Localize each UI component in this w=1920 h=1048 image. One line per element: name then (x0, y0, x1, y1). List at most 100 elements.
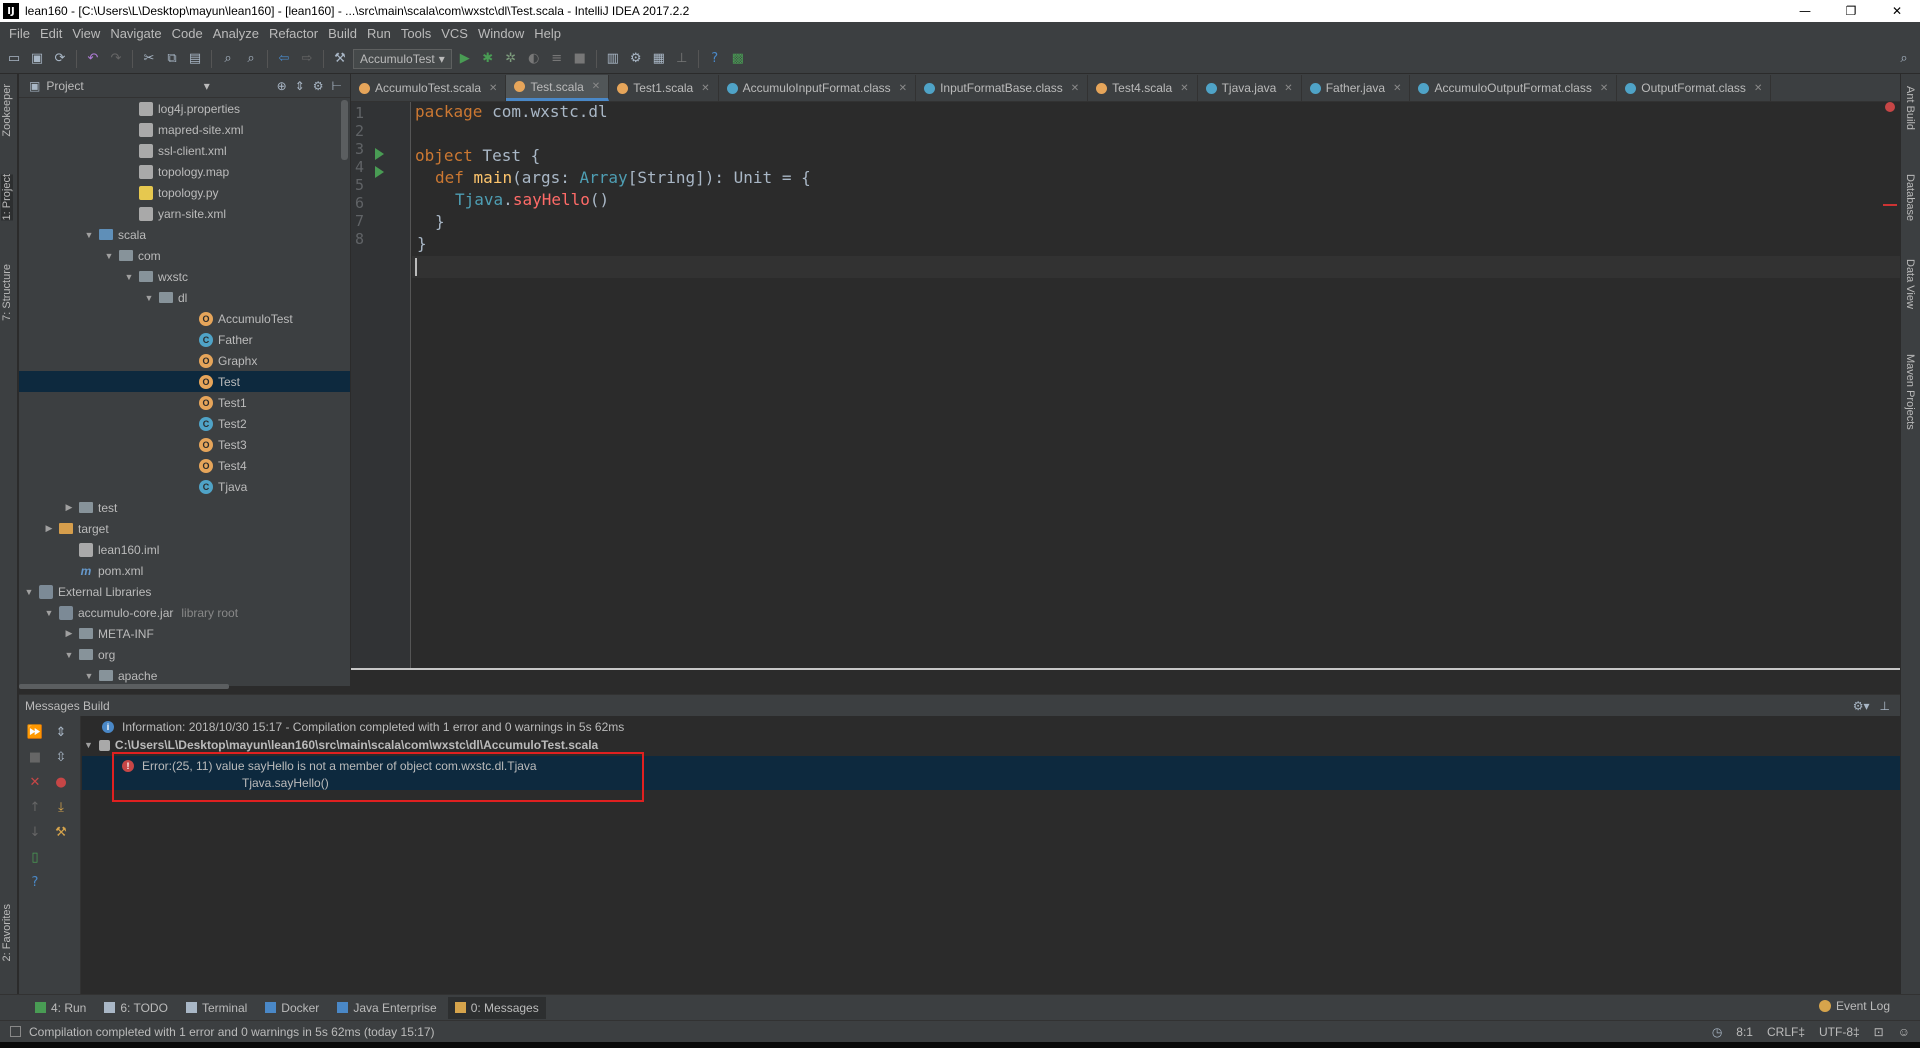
chevron-right-icon[interactable]: ▶ (63, 628, 75, 639)
run-gutter-icon[interactable] (375, 148, 384, 160)
menu-vcs[interactable]: VCS (436, 26, 473, 41)
menu-help[interactable]: Help (529, 26, 566, 41)
build-icon[interactable]: ⚒ (330, 49, 350, 69)
editor-tab[interactable]: InputFormatBase.class ✕ (916, 75, 1089, 101)
open-folder-icon[interactable]: ▭ (4, 49, 24, 69)
editor-tab[interactable]: OutputFormat.class ✕ (1617, 75, 1772, 101)
menu-edit[interactable]: Edit (35, 26, 67, 41)
editor-tab[interactable]: AccumuloOutputFormat.class ✕ (1410, 75, 1618, 101)
pin-icon[interactable]: ▯ (27, 849, 43, 865)
close-tab-icon[interactable]: ✕ (1180, 83, 1188, 94)
run-configuration-select[interactable]: AccumuloTest ▾ (353, 48, 452, 69)
tree-item[interactable]: ▼ scala (19, 224, 350, 245)
tree-item[interactable]: ▼ com (19, 245, 350, 266)
menu-navigate[interactable]: Navigate (105, 26, 166, 41)
tree-item[interactable]: yarn-site.xml (19, 203, 350, 224)
editor-tab[interactable]: Test1.scala ✕ (609, 75, 719, 101)
cut-icon[interactable]: ✂ (139, 49, 159, 69)
debug-icon[interactable]: ✱ (478, 49, 498, 69)
tool-window-button[interactable]: Java Enterprise (330, 997, 443, 1019)
gear-icon[interactable]: ⚙ (313, 79, 324, 93)
event-log-button[interactable]: Event Log (1818, 999, 1890, 1013)
editor-tab[interactable]: AccumuloInputFormat.class ✕ (719, 75, 917, 101)
next-icon[interactable]: ↓ (27, 824, 43, 840)
ant-build-tab[interactable]: Ant Build (1904, 86, 1916, 130)
tree-item[interactable]: ▼ dl (19, 287, 350, 308)
menu-file[interactable]: File (4, 26, 35, 41)
rerun-icon[interactable]: ⏩ (27, 724, 43, 740)
help-icon[interactable]: ? (705, 49, 725, 69)
expand-all-icon[interactable]: ⇕ (53, 724, 69, 740)
replace-icon[interactable]: ⌕ (241, 49, 261, 69)
project-view-select[interactable]: Project (46, 79, 83, 93)
save-icon[interactable]: ▣ (27, 49, 47, 69)
close-tab-icon[interactable]: ✕ (701, 83, 709, 94)
tree-item[interactable]: O Test4 (19, 455, 350, 476)
tool-window-button[interactable]: 6: TODO (97, 997, 175, 1019)
tree-item[interactable]: ▼ apache (19, 665, 350, 686)
tree-item[interactable]: ▶ META-INF (19, 623, 350, 644)
menu-view[interactable]: View (67, 26, 105, 41)
editor-tab[interactable]: Father.java ✕ (1302, 75, 1411, 101)
run-gutter-icon[interactable] (375, 166, 384, 178)
tree-vertical-scrollbar[interactable] (341, 100, 348, 160)
editor-tab[interactable]: Test.scala ✕ (506, 75, 610, 101)
tree-item[interactable]: C Father (19, 329, 350, 350)
tree-item[interactable]: ▶ target (19, 518, 350, 539)
hide-panel-icon[interactable]: ⊥ (1880, 699, 1890, 713)
sync-status-icon[interactable]: ◷ (1712, 1025, 1722, 1039)
tool-window-button[interactable]: Docker (258, 997, 326, 1019)
zookeeper-tab[interactable]: Zookeeper (1, 84, 13, 137)
show-errors-icon[interactable]: ● (53, 774, 69, 790)
tool-window-button[interactable]: 4: Run (28, 997, 93, 1019)
favorites-tab[interactable]: 2: Favorites (1, 904, 13, 961)
database-tab[interactable]: Database (1904, 174, 1916, 221)
help-icon[interactable]: ? (27, 874, 43, 890)
error-stripe-mark[interactable] (1883, 204, 1897, 206)
file-encoding[interactable]: UTF-8‡ (1819, 1025, 1860, 1039)
locate-icon[interactable]: ⊕ (277, 79, 287, 93)
close-button[interactable]: ✕ (1874, 0, 1920, 22)
tool-window-button[interactable]: 0: Messages (447, 996, 546, 1019)
toggle-tool-windows-icon[interactable] (10, 1026, 21, 1037)
error-token[interactable]: sayHello (513, 190, 590, 209)
tree-item[interactable]: O Test1 (19, 392, 350, 413)
gear-icon[interactable]: ⚙▾ (1853, 699, 1870, 713)
close-icon[interactable]: ✕ (27, 774, 43, 790)
forward-icon[interactable]: ⇨ (297, 49, 317, 69)
tree-item[interactable]: O Test (19, 371, 350, 392)
search-everywhere-icon[interactable]: ⌕ (1894, 49, 1914, 69)
tree-item[interactable]: O AccumuloTest (19, 308, 350, 329)
inspector-icon[interactable]: ☺ (1898, 1025, 1910, 1039)
tree-item[interactable]: C Tjava (19, 476, 350, 497)
chevron-down-icon[interactable]: ▼ (83, 230, 95, 240)
settings-icon[interactable]: ⚒ (53, 824, 69, 840)
tree-item[interactable]: ▶ test (19, 497, 350, 518)
editor-tab[interactable]: Test4.scala ✕ (1088, 75, 1198, 101)
stop-icon[interactable]: ■ (27, 749, 43, 765)
tree-item[interactable]: ▼ accumulo-core.jar library root (19, 602, 350, 623)
collapse-all-icon[interactable]: ⇳ (53, 749, 69, 765)
undo-icon[interactable]: ↶ (83, 49, 103, 69)
chevron-right-icon[interactable]: ▶ (43, 523, 55, 534)
tasks-icon[interactable]: ▩ (728, 49, 748, 69)
project-tab[interactable]: 1: Project (1, 174, 13, 221)
chevron-down-icon[interactable]: ▼ (63, 650, 75, 660)
caret-position[interactable]: 8:1 (1736, 1025, 1753, 1039)
previous-icon[interactable]: ↑ (27, 799, 43, 815)
export-icon[interactable]: ⤓ (53, 799, 69, 815)
info-message[interactable]: i Information: 2018/10/30 15:17 - Compil… (102, 718, 624, 736)
tree-horizontal-scrollbar[interactable] (19, 684, 229, 689)
menu-code[interactable]: Code (167, 26, 208, 41)
tree-item[interactable]: C Test2 (19, 413, 350, 434)
menu-window[interactable]: Window (473, 26, 529, 41)
ant-icon[interactable]: ≡ (547, 49, 567, 69)
menu-analyze[interactable]: Analyze (208, 26, 264, 41)
chevron-down-icon[interactable]: ▼ (23, 587, 35, 597)
tree-item[interactable]: ssl-client.xml (19, 140, 350, 161)
find-icon[interactable]: ⌕ (218, 49, 238, 69)
back-icon[interactable]: ⇦ (274, 49, 294, 69)
tree-item[interactable]: O Test3 (19, 434, 350, 455)
project-structure-icon[interactable]: ▥ (603, 49, 623, 69)
hide-icon[interactable]: ⊢ (332, 79, 342, 93)
